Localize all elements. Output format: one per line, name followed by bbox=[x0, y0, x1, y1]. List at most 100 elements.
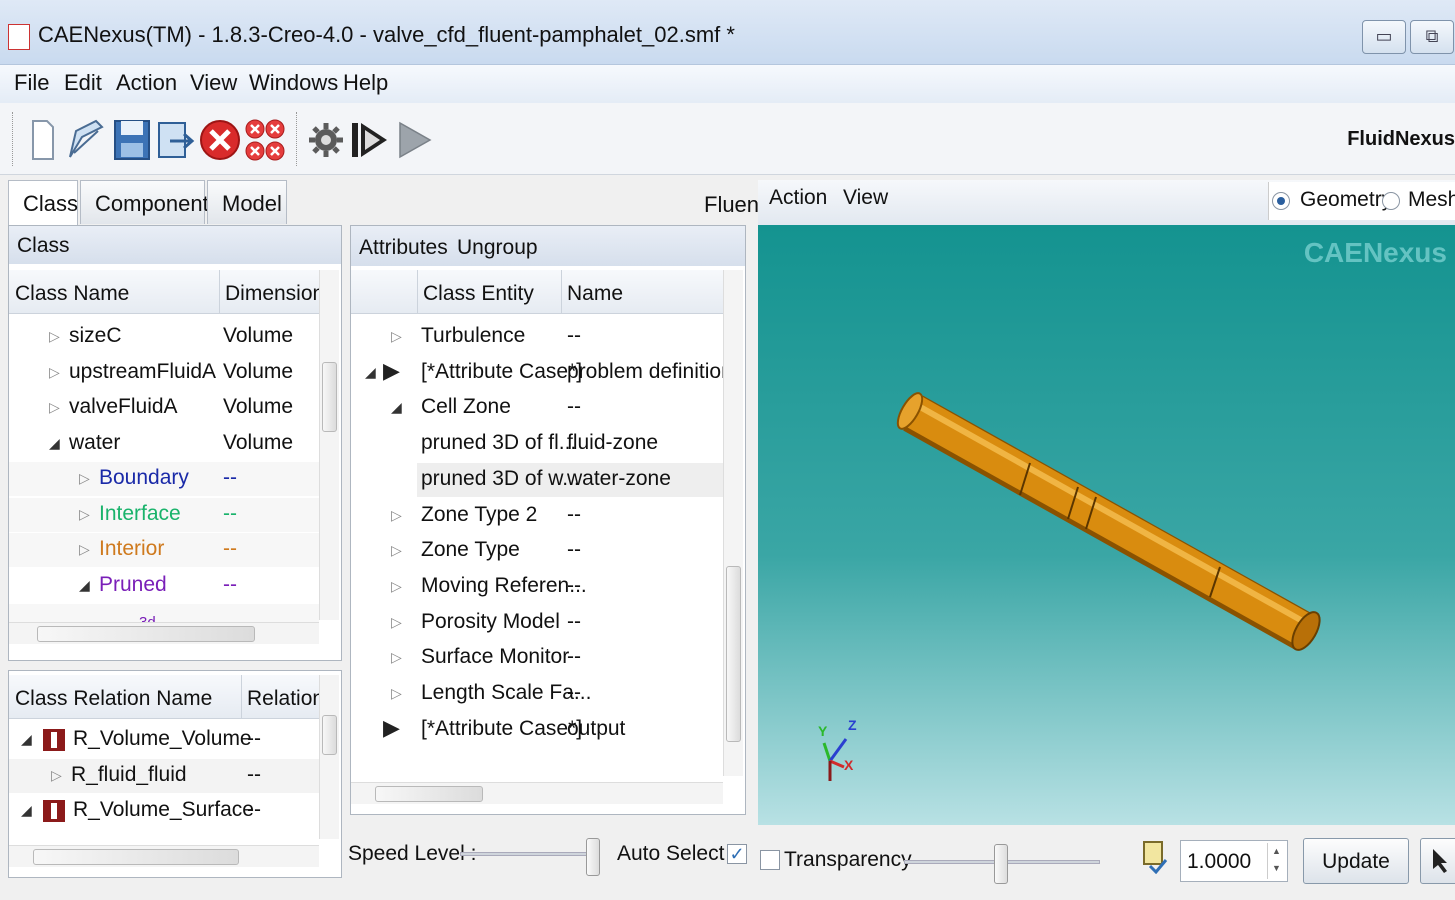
viewer-menu-view[interactable]: View bbox=[843, 186, 888, 210]
update-button[interactable]: Update bbox=[1303, 838, 1409, 884]
expand-icon[interactable]: ▷ bbox=[49, 328, 60, 345]
spinner-arrows-icon[interactable]: ▲ ▼ bbox=[1267, 843, 1285, 879]
expand-icon[interactable]: ▷ bbox=[49, 399, 60, 416]
class-entity-cell[interactable]: Turbulence bbox=[421, 324, 525, 348]
expand-icon[interactable]: ◢ bbox=[365, 364, 376, 381]
menu-action[interactable]: Action bbox=[116, 70, 177, 96]
step-run-icon[interactable] bbox=[348, 114, 392, 166]
expand-icon[interactable]: ◢ bbox=[49, 435, 60, 452]
class-entity-cell[interactable]: Porosity Model bbox=[421, 610, 560, 634]
expand-icon[interactable]: ◢ bbox=[391, 399, 402, 416]
class-name-cell[interactable]: Interface bbox=[99, 502, 181, 526]
class-vscroll[interactable] bbox=[319, 270, 339, 620]
menu-edit[interactable]: Edit bbox=[64, 70, 102, 96]
scale-icon[interactable] bbox=[1140, 840, 1172, 875]
class-name-cell[interactable]: Interior bbox=[99, 537, 164, 561]
class-entity-cell[interactable]: pruned 3D of w... bbox=[421, 467, 580, 491]
class-entity-cell[interactable]: pruned 3D of fl... bbox=[421, 431, 576, 455]
new-file-icon[interactable] bbox=[20, 114, 64, 166]
expand-icon[interactable]: ▷ bbox=[391, 542, 402, 559]
class-entity-cell[interactable]: Cell Zone bbox=[421, 395, 511, 419]
expand-icon[interactable]: ▷ bbox=[49, 364, 60, 381]
run-icon[interactable] bbox=[393, 114, 437, 166]
class-name-cell[interactable]: upstreamFluidA bbox=[69, 360, 216, 384]
scroll-thumb[interactable] bbox=[726, 566, 741, 742]
tab-component[interactable]: Component bbox=[80, 180, 209, 224]
transparency-checkbox[interactable] bbox=[760, 850, 780, 870]
attributes-panel: Attributes Ungroup Class Entity Name ▷ Tu… bbox=[350, 225, 746, 815]
close-all-icon[interactable] bbox=[243, 114, 287, 166]
speed-slider-thumb[interactable] bbox=[586, 838, 600, 876]
transparency-slider-thumb[interactable] bbox=[994, 844, 1008, 884]
class-entity-cell[interactable]: [*Attribute Case*] bbox=[421, 717, 582, 741]
class-name-cell[interactable]: Pruned bbox=[99, 573, 167, 597]
column-class-entity[interactable]: Class Entity bbox=[423, 282, 534, 306]
column-class-name[interactable]: Class Name bbox=[15, 282, 129, 306]
attributes-menu-item[interactable]: Attributes bbox=[359, 236, 448, 260]
column-divider bbox=[561, 270, 562, 314]
attributes-vscroll[interactable] bbox=[723, 270, 743, 776]
expand-icon[interactable]: ▷ bbox=[391, 578, 402, 595]
3d-viewport[interactable]: CAENexus Y Z X bbox=[758, 225, 1455, 825]
scale-spinner[interactable]: 1.0000 ▲ ▼ bbox=[1180, 840, 1288, 882]
geometry-radio[interactable] bbox=[1272, 192, 1290, 210]
expand-icon[interactable]: ▷ bbox=[79, 470, 90, 487]
mesh-radio[interactable] bbox=[1382, 192, 1400, 210]
scroll-thumb[interactable] bbox=[322, 362, 337, 432]
expand-icon[interactable]: ◢ bbox=[79, 577, 90, 594]
class-entity-cell[interactable]: Length Scale Fa... bbox=[421, 681, 591, 705]
class-name-cell[interactable]: Boundary bbox=[99, 466, 189, 490]
scroll-thumb[interactable] bbox=[33, 849, 239, 865]
menu-view[interactable]: View bbox=[190, 70, 237, 96]
relation-name-cell[interactable]: R_Volume_Surface bbox=[73, 798, 254, 822]
scroll-thumb[interactable] bbox=[322, 715, 337, 755]
scroll-thumb[interactable] bbox=[375, 786, 483, 802]
scroll-thumb[interactable] bbox=[37, 626, 255, 642]
speed-slider-track[interactable] bbox=[460, 852, 600, 856]
save-icon[interactable] bbox=[110, 114, 154, 166]
expand-icon[interactable]: ▷ bbox=[391, 328, 402, 345]
relation-hscroll[interactable] bbox=[9, 845, 319, 867]
mesh-label: Mesh bbox=[1408, 188, 1455, 211]
class-name-cell[interactable]: valveFluidA bbox=[69, 395, 178, 419]
relation-name-cell[interactable]: R_fluid_fluid bbox=[71, 763, 187, 787]
column-relation-name[interactable]: Class Relation Name bbox=[15, 687, 212, 711]
pointer-tool-button[interactable] bbox=[1420, 838, 1455, 884]
expand-icon[interactable]: ▷ bbox=[79, 506, 90, 523]
stop-icon[interactable] bbox=[198, 114, 242, 166]
ungroup-menu-item[interactable]: Ungroup bbox=[457, 236, 538, 260]
expand-icon[interactable]: ▷ bbox=[391, 507, 402, 524]
relation-vscroll[interactable] bbox=[319, 675, 339, 839]
class-entity-cell[interactable]: Zone Type 2 bbox=[421, 503, 537, 527]
auto-select-checkbox[interactable]: ✓ bbox=[727, 844, 747, 864]
attributes-hscroll[interactable] bbox=[351, 782, 723, 804]
expand-icon[interactable]: ▷ bbox=[51, 767, 62, 784]
class-entity-cell[interactable]: Zone Type bbox=[421, 538, 520, 562]
menu-file[interactable]: File bbox=[14, 70, 49, 96]
tab-model[interactable]: Model bbox=[207, 180, 287, 224]
viewer-menu-action[interactable]: Action bbox=[769, 186, 827, 210]
column-name[interactable]: Name bbox=[567, 282, 623, 306]
minimize-button[interactable]: ▭ bbox=[1362, 20, 1406, 54]
expand-icon[interactable]: ▷ bbox=[391, 614, 402, 631]
menu-windows[interactable]: Windows bbox=[249, 70, 338, 96]
expand-icon[interactable]: ◢ bbox=[21, 802, 32, 819]
expand-icon[interactable]: ▷ bbox=[391, 685, 402, 702]
tab-class[interactable]: Class bbox=[8, 180, 78, 226]
class-entity-cell[interactable]: [*Attribute Case*] bbox=[421, 360, 582, 384]
class-entity-cell[interactable]: Moving Referen... bbox=[421, 574, 587, 598]
class-hscroll[interactable] bbox=[9, 622, 319, 644]
expand-icon[interactable]: ▷ bbox=[391, 649, 402, 666]
class-entity-cell[interactable]: Surface Monitor bbox=[421, 645, 569, 669]
relation-name-cell[interactable]: R_Volume_Volume bbox=[73, 727, 252, 751]
menu-help[interactable]: Help bbox=[343, 70, 388, 96]
class-name-cell[interactable]: water bbox=[69, 431, 120, 455]
attribute-name-cell: fluid-zone bbox=[567, 431, 659, 455]
export-icon[interactable] bbox=[154, 114, 198, 166]
settings-icon[interactable] bbox=[304, 114, 348, 166]
expand-icon[interactable]: ▷ bbox=[79, 541, 90, 558]
edit-icon[interactable] bbox=[64, 114, 108, 166]
class-name-cell[interactable]: sizeC bbox=[69, 324, 122, 348]
expand-icon[interactable]: ◢ bbox=[21, 731, 32, 748]
restore-button[interactable]: ⧉ bbox=[1410, 20, 1454, 54]
